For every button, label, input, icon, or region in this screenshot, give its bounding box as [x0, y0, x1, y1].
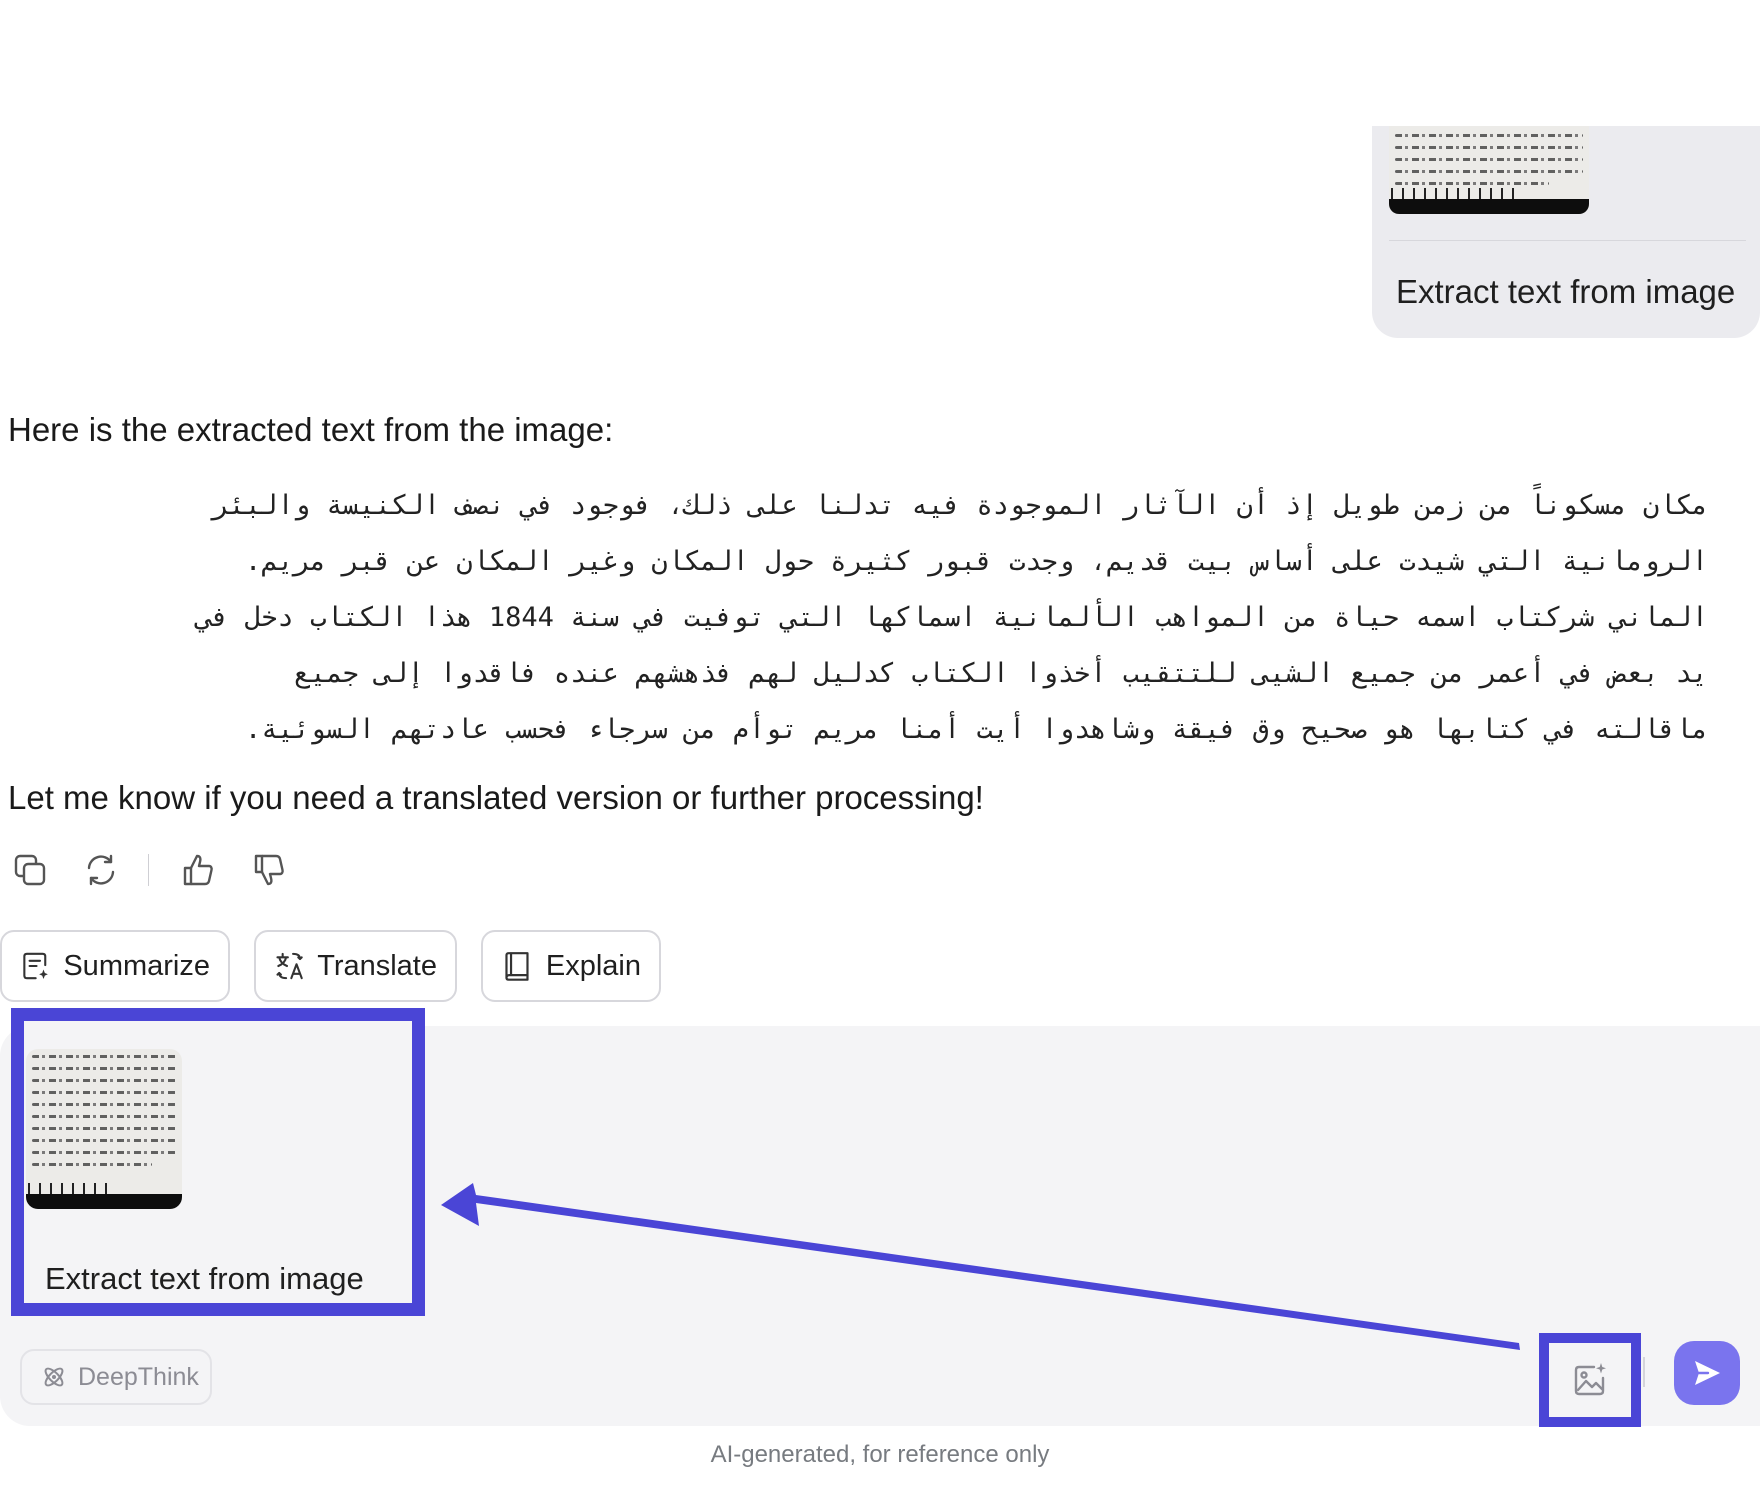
translate-button[interactable]: Translate	[254, 930, 457, 1002]
summarize-button[interactable]: Summarize	[0, 930, 230, 1002]
ai-disclaimer: AI-generated, for reference only	[710, 1441, 1050, 1468]
composer-attachment-label: Extract text from image	[45, 1261, 364, 1296]
user-message-attachment-thumbnail[interactable]	[1389, 126, 1589, 214]
atom-icon	[44, 1367, 64, 1387]
thumbs-down-icon[interactable]	[247, 848, 291, 892]
arabic-line: مكان مسكوناً من زمن طويل إذ أن الآثار ال…	[212, 490, 1708, 521]
book-icon	[505, 952, 529, 981]
thumbs-up-icon[interactable]	[176, 848, 220, 892]
translate-icon	[276, 952, 303, 980]
user-message-bubble: Extract text from image	[1372, 126, 1760, 338]
actions-separator	[148, 854, 149, 886]
explain-label: Explain	[545, 949, 641, 982]
deepthink-label: DeepThink	[78, 1362, 199, 1391]
copy-icon[interactable]	[8, 848, 52, 892]
explain-button[interactable]: Explain	[481, 930, 661, 1002]
send-icon	[1695, 1361, 1720, 1385]
translate-label: Translate	[317, 949, 437, 982]
summarize-icon	[23, 952, 48, 980]
arabic-line: الماني شركتاب اسمه حياة من المواهب الألم…	[196, 602, 1708, 633]
arabic-line: ماقالته في كتابها هو صحيح وق فيقة وشاهدو…	[245, 714, 1708, 745]
bubble-divider	[1389, 240, 1746, 241]
extracted-arabic-text: مكان مسكوناً من زمن طويل إذ أن الآثار ال…	[8, 478, 1708, 758]
image-upload-icon	[1574, 1363, 1606, 1396]
arabic-line: يد بعض في أعمر من جميع الشيى للتتقيب أخذ…	[293, 658, 1708, 689]
arabic-line: الرومانية التي شيدت على أساس بيت قديم، و…	[245, 546, 1708, 577]
image-upload-button[interactable]	[1539, 1333, 1641, 1427]
send-button[interactable]	[1674, 1341, 1740, 1405]
deepthink-toggle[interactable]: DeepThink	[20, 1349, 212, 1405]
response-actions	[8, 848, 318, 892]
composer-separator	[1643, 1357, 1645, 1387]
response-intro: Here is the extracted text from the imag…	[8, 411, 614, 448]
regenerate-icon[interactable]	[79, 848, 123, 892]
summarize-label: Summarize	[63, 949, 210, 982]
composer-attachment-card[interactable]: Extract text from image	[11, 1008, 425, 1316]
user-message-text: Extract text from image	[1396, 273, 1736, 310]
composer-attachment-thumbnail[interactable]	[26, 1049, 182, 1209]
response-outro: Let me know if you need a translated ver…	[8, 779, 984, 816]
